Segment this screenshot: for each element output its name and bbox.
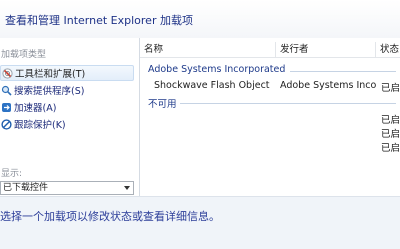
accelerator-icon bbox=[1, 102, 12, 113]
sidebar-item-tracking-protection[interactable]: 跟踪保护(K) bbox=[0, 116, 134, 132]
addons-list: 名称 发行者 状态 Adobe Systems Incorporated Sho… bbox=[139, 38, 400, 196]
group-divider bbox=[290, 71, 396, 72]
group-header-adobe: Adobe Systems Incorporated bbox=[148, 64, 286, 75]
sidebar-item-label: 工具栏和扩展(T) bbox=[15, 69, 86, 80]
sidebar-item-toolbars-extensions[interactable]: 工具栏和扩展(T) bbox=[0, 65, 134, 81]
window-title: 查看和管理 Internet Explorer 加载项 bbox=[5, 14, 193, 27]
tracking-protection-icon bbox=[1, 118, 12, 130]
addon-types-panel: 加载项类型 工具栏和扩展(T) 搜索提供程序(S) 加速器(A) 跟踪保护(K)… bbox=[0, 38, 137, 196]
row-publisher: Adobe Systems Incor... bbox=[280, 80, 376, 91]
sidebar-item-accelerators[interactable]: 加速器(A) bbox=[0, 99, 134, 115]
search-provider-icon bbox=[1, 85, 12, 96]
sidebar-item-label: 跟踪保护(K) bbox=[14, 120, 66, 131]
addon-types-label: 加载项类型 bbox=[1, 50, 47, 60]
row-name: Shockwave Flash Object bbox=[154, 80, 270, 91]
sidebar-item-label: 搜索提供程序(S) bbox=[14, 86, 85, 97]
group-header-unavailable: 不可用 bbox=[148, 99, 177, 110]
row-status: 已启 bbox=[381, 115, 400, 126]
details-footer: 选择一个加载项以修改状态或查看详细信息。 bbox=[0, 196, 400, 249]
row-status: 已启 bbox=[381, 143, 400, 154]
footer-hint: 选择一个加载项以修改状态或查看详细信息。 bbox=[0, 210, 220, 223]
show-label: 显示: bbox=[1, 169, 23, 179]
sidebar-item-label: 加速器(A) bbox=[14, 103, 57, 114]
show-dropdown-value: 已下载控件 bbox=[3, 183, 49, 193]
sidebar-item-search-providers[interactable]: 搜索提供程序(S) bbox=[0, 82, 134, 98]
column-header-publisher[interactable]: 发行者 bbox=[276, 42, 376, 58]
group-divider bbox=[180, 103, 396, 104]
show-dropdown[interactable]: 已下载控件 bbox=[0, 181, 134, 195]
row-status: 已启 bbox=[381, 129, 400, 140]
row-status: 已启 bbox=[381, 83, 400, 94]
toolbar-extensions-icon bbox=[2, 67, 13, 79]
window-header: 查看和管理 Internet Explorer 加载项 bbox=[0, 0, 400, 38]
chevron-down-icon bbox=[124, 186, 130, 190]
column-header-name[interactable]: 名称 bbox=[140, 42, 276, 58]
column-header-status[interactable]: 状态 bbox=[376, 42, 400, 58]
